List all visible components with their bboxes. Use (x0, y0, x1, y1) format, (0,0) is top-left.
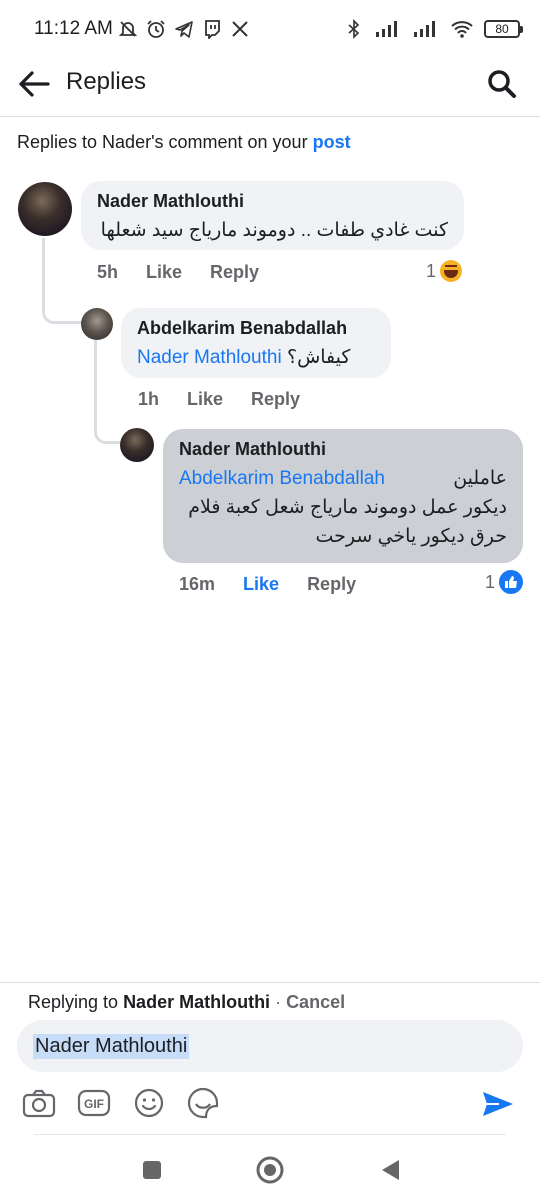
status-icons-right: 80 (344, 18, 523, 40)
header-divider (0, 116, 540, 117)
reaction-summary[interactable]: 1 (426, 260, 463, 282)
reaction-count: 1 (426, 260, 437, 281)
comment-actions: 1h Like Reply (138, 389, 328, 410)
cancel-reply-button[interactable]: Cancel (286, 992, 345, 1012)
replies-context: Replies to Nader's comment on your post (17, 132, 351, 153)
comment-bubble-selected: Nader Mathlouthi Abdelkarim Benabdallah … (163, 429, 523, 563)
comment-actions: 5h Like Reply (97, 262, 287, 283)
reply-input[interactable]: Nader Mathlouthi (17, 1020, 523, 1072)
reply-button[interactable]: Reply (251, 389, 300, 410)
home-button[interactable] (254, 1154, 286, 1186)
mention-link[interactable]: Abdelkarim Benabdallah (179, 464, 385, 493)
like-button[interactable]: Like (146, 262, 182, 283)
replying-to: Replying to Nader Mathlouthi · Cancel (28, 992, 345, 1013)
like-button[interactable]: Like (187, 389, 223, 410)
battery-icon: 80 (484, 20, 523, 38)
comment-time: 5h (97, 262, 119, 282)
comment-body: كيفاش؟ (286, 347, 351, 368)
back-button[interactable] (14, 64, 54, 104)
page-title: Replies (66, 68, 147, 95)
reply-button[interactable]: Reply (307, 574, 356, 595)
comment-line: ديكور عمل دوموند مارياج شعل كعبة فلام (188, 497, 507, 518)
comment-bubble: Nader Mathlouthi كنت غادي طفات .. دوموند… (81, 181, 464, 250)
avatar[interactable] (120, 428, 154, 462)
comment-author[interactable]: Abdelkarim Benabdallah (137, 318, 375, 339)
avatar[interactable] (18, 182, 72, 236)
comment-time: 16m (179, 574, 216, 594)
system-navigation-bar (0, 1140, 540, 1200)
gif-button[interactable]: GIF (75, 1084, 113, 1122)
comment-author[interactable]: Nader Mathlouthi (97, 191, 448, 212)
comment-actions: 16m Like Reply (179, 574, 384, 595)
recents-button[interactable] (136, 1154, 168, 1186)
comment-text: Abdelkarim Benabdallah عاملين ديكور عمل … (179, 464, 507, 551)
reply-button[interactable]: Reply (210, 262, 259, 283)
thread-line (94, 340, 124, 444)
home-circle-icon (256, 1156, 284, 1184)
like-reaction-icon (499, 570, 524, 594)
status-icons-left (118, 18, 250, 40)
mention-link[interactable]: Nader Mathlouthi (137, 347, 282, 368)
post-link[interactable]: post (313, 132, 351, 152)
avatar[interactable] (81, 308, 113, 340)
comment-text: كنت غادي طفات .. دوموند مارياج سيد شعلها (100, 220, 448, 241)
toolbar-divider (34, 1134, 506, 1135)
separator: · (270, 992, 287, 1012)
telegram-icon (174, 18, 194, 40)
camera-icon (22, 1089, 56, 1118)
back-arrow-icon (19, 71, 50, 97)
search-icon (488, 70, 516, 98)
haha-reaction-icon (440, 260, 463, 282)
send-icon (483, 1092, 513, 1116)
comment-line: حرق ديكور ياخي سرحت (315, 526, 507, 547)
triangle-back-icon (382, 1160, 399, 1180)
emoji-button[interactable] (130, 1084, 168, 1122)
like-button[interactable]: Like (243, 574, 279, 595)
mute-icon (118, 18, 138, 40)
context-text: Replies to Nader's comment on your (17, 132, 313, 152)
square-icon (143, 1161, 161, 1179)
comment-line: عاملين (453, 468, 507, 489)
status-bar: 11:12 AM 80 (0, 0, 540, 60)
alarm-icon (146, 18, 166, 40)
camera-button[interactable] (20, 1084, 58, 1122)
signal-icon (412, 18, 440, 40)
comment-text: Nader Mathlouthi كيفاش؟ (137, 343, 375, 372)
comment-bubble: Abdelkarim Benabdallah Nader Mathlouthi … (121, 308, 391, 378)
reply-input-value: Nader Mathlouthi (33, 1033, 190, 1059)
sticker-button[interactable] (184, 1084, 222, 1122)
header: Replies (0, 56, 540, 110)
gif-icon: GIF (77, 1089, 111, 1117)
comment-time: 1h (138, 389, 160, 409)
sticker-icon (187, 1087, 219, 1119)
reaction-summary[interactable]: 1 (485, 570, 524, 594)
twitch-icon (202, 18, 222, 40)
composer-divider (0, 982, 540, 983)
wifi-icon (450, 18, 474, 40)
signal-icon (374, 18, 402, 40)
thread-line (42, 238, 82, 324)
x-icon (230, 18, 250, 40)
replying-name: Nader Mathlouthi (123, 992, 271, 1012)
search-button[interactable] (482, 64, 522, 104)
comment-author[interactable]: Nader Mathlouthi (179, 439, 507, 460)
composer-toolbar: GIF (20, 1084, 530, 1124)
emoji-icon (134, 1088, 164, 1118)
replying-prefix: Replying to (28, 992, 124, 1012)
back-nav-button[interactable] (374, 1154, 406, 1186)
bluetooth-icon (344, 18, 364, 40)
status-time: 11:12 AM (34, 18, 113, 39)
send-button[interactable] (478, 1084, 518, 1124)
gif-label: GIF (84, 1097, 104, 1111)
reaction-count: 1 (485, 571, 496, 592)
